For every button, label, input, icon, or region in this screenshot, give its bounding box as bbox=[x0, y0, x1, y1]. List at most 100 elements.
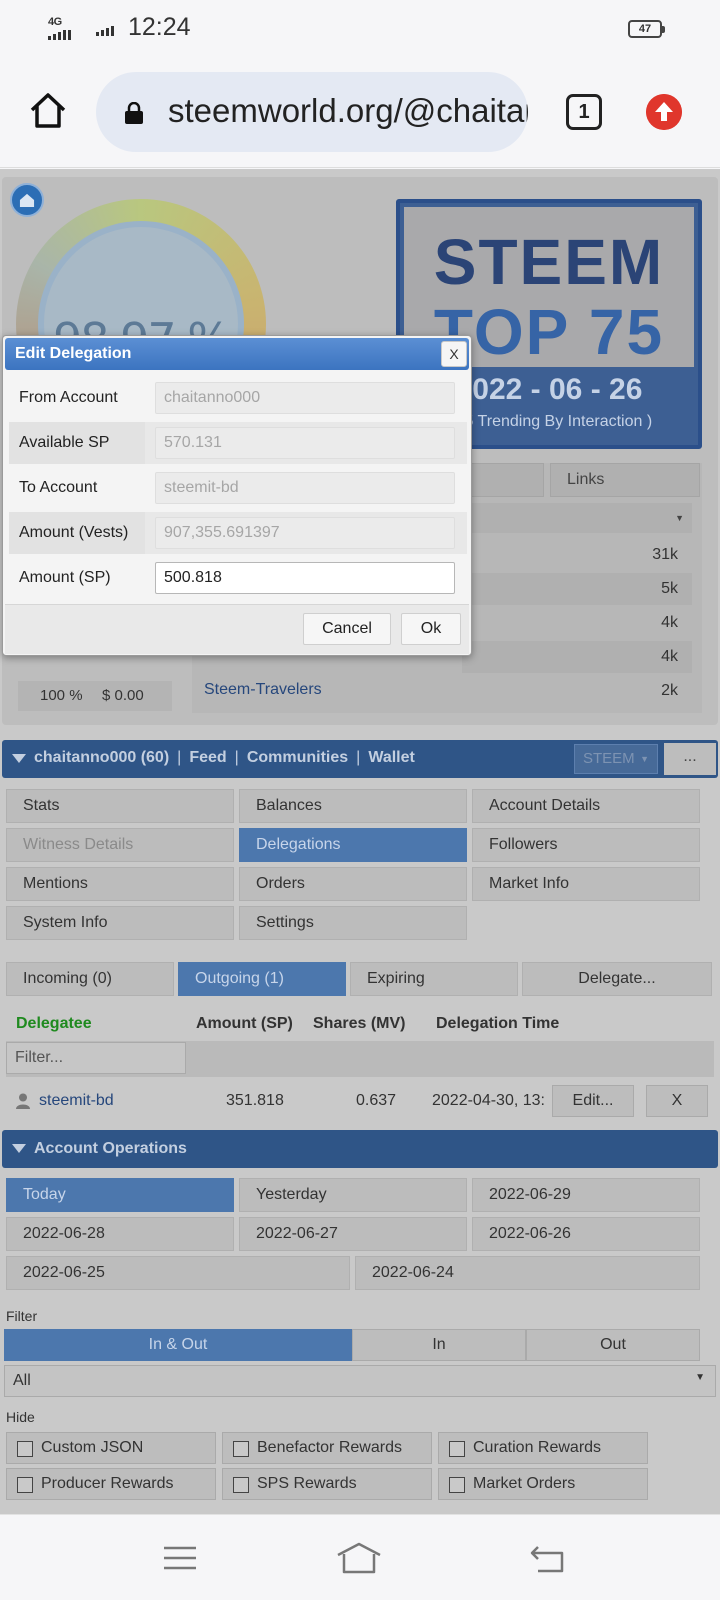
hide-label: Hide bbox=[6, 1409, 35, 1425]
nav-market-info[interactable]: Market Info bbox=[472, 867, 700, 901]
nav-system-info[interactable]: System Info bbox=[6, 906, 234, 940]
table-row: steemit-bd 351.818 0.637 2022-04-30, 13:… bbox=[6, 1079, 714, 1123]
delegatee-filter-input[interactable]: Filter... bbox=[6, 1042, 186, 1074]
dialog-title: Edit Delegation bbox=[15, 345, 132, 362]
hide-custom-json-checkbox[interactable]: Custom JSON bbox=[6, 1432, 216, 1464]
date-yesterday[interactable]: Yesterday bbox=[239, 1178, 467, 1212]
nav-delegations[interactable]: Delegations bbox=[239, 828, 467, 862]
menu-icon[interactable] bbox=[160, 1541, 200, 1575]
amount-sp-label: Amount (SP) bbox=[19, 569, 111, 586]
filter-label: Filter bbox=[6, 1308, 38, 1324]
to-account-row: To Account steemit-bd bbox=[9, 467, 467, 509]
nav-settings[interactable]: Settings bbox=[239, 906, 467, 940]
date-button[interactable]: 2022-06-29 bbox=[472, 1178, 700, 1212]
collapse-triangle-icon[interactable] bbox=[12, 754, 26, 763]
dialog-close-button[interactable]: X bbox=[441, 341, 467, 367]
delegations-table-header: Delegatee Amount (SP) Shares (MV) Delega… bbox=[6, 1007, 714, 1041]
checkbox-icon bbox=[449, 1477, 465, 1493]
hide-producer-rewards-checkbox[interactable]: Producer Rewards bbox=[6, 1468, 216, 1500]
communities-link[interactable]: Communities bbox=[247, 749, 348, 766]
user-icon bbox=[16, 1093, 30, 1109]
hide-market-orders-checkbox[interactable]: Market Orders bbox=[438, 1468, 648, 1500]
hide-benefactor-rewards-checkbox[interactable]: Benefactor Rewards bbox=[222, 1432, 432, 1464]
checkbox-label: Producer Rewards bbox=[41, 1475, 174, 1492]
signal-icon-2 bbox=[96, 26, 114, 36]
operation-type-value: All bbox=[13, 1372, 31, 1389]
home-icon[interactable] bbox=[28, 90, 68, 130]
system-nav-bar bbox=[0, 1514, 720, 1600]
date-button[interactable]: 2022-06-25 bbox=[6, 1256, 350, 1290]
checkbox-label: Custom JSON bbox=[41, 1439, 144, 1456]
ok-button[interactable]: Ok bbox=[401, 613, 461, 645]
amount-vests-field: 907,355.691397 bbox=[155, 517, 455, 549]
lock-icon bbox=[125, 102, 143, 124]
battery-icon: 47 bbox=[628, 20, 665, 38]
delegate-button[interactable]: Delegate... bbox=[522, 962, 712, 996]
more-button[interactable]: ... bbox=[664, 743, 716, 775]
date-button[interactable]: 2022-06-28 bbox=[6, 1217, 234, 1251]
currency-select[interactable]: STEEM ▼ bbox=[574, 744, 658, 774]
filter-row: Filter... bbox=[6, 1041, 714, 1077]
community-select[interactable]: ▼ bbox=[462, 503, 692, 533]
delegatee-link[interactable]: steemit-bd bbox=[39, 1092, 114, 1110]
date-button[interactable]: 2022-06-26 bbox=[472, 1217, 700, 1251]
filter-in-out[interactable]: In & Out bbox=[4, 1329, 352, 1361]
tab-links[interactable]: Links bbox=[550, 463, 700, 497]
nav-witness-details[interactable]: Witness Details bbox=[6, 828, 234, 862]
home-nav-icon[interactable] bbox=[334, 1541, 384, 1575]
hide-sps-rewards-checkbox[interactable]: SPS Rewards bbox=[222, 1468, 432, 1500]
checkbox-icon bbox=[449, 1441, 465, 1457]
filter-out[interactable]: Out bbox=[526, 1329, 700, 1361]
tab-switcher-button[interactable]: 1 bbox=[566, 94, 602, 130]
nav-account-details[interactable]: Account Details bbox=[472, 789, 700, 823]
vote-value-box: 100 % $ 0.00 bbox=[18, 681, 172, 711]
amount-sp-cell: 351.818 bbox=[226, 1092, 284, 1109]
account-name-link[interactable]: chaitanno000 (60) bbox=[34, 749, 169, 766]
date-button[interactable]: 2022-06-27 bbox=[239, 1217, 467, 1251]
cancel-button[interactable]: Cancel bbox=[303, 613, 391, 645]
nav-balances[interactable]: Balances bbox=[239, 789, 467, 823]
account-operations-bar[interactable]: Account Operations bbox=[2, 1130, 718, 1168]
community-link[interactable]: Steem-Travelers bbox=[204, 681, 322, 699]
checkbox-label: Market Orders bbox=[473, 1475, 576, 1492]
network-type: 4G bbox=[48, 16, 62, 28]
back-icon[interactable] bbox=[528, 1541, 568, 1575]
update-arrow-icon[interactable] bbox=[646, 94, 682, 130]
date-button[interactable]: 2022-06-24 bbox=[355, 1256, 700, 1290]
nav-followers[interactable]: Followers bbox=[472, 828, 700, 862]
dialog-title-bar[interactable]: Edit Delegation X bbox=[5, 338, 469, 370]
site-home-icon[interactable] bbox=[10, 183, 44, 217]
edit-delegation-button[interactable]: Edit... bbox=[552, 1085, 634, 1117]
nav-orders[interactable]: Orders bbox=[239, 867, 467, 901]
tab-outgoing[interactable]: Outgoing (1) bbox=[178, 962, 346, 996]
vote-percent: 100 % bbox=[40, 687, 83, 704]
edit-delegation-dialog: Edit Delegation X From Account chaitanno… bbox=[2, 335, 472, 656]
url-bar[interactable]: steemworld.org/@chaitanno000 bbox=[96, 72, 528, 152]
feed-link[interactable]: Feed bbox=[189, 749, 226, 766]
checkbox-icon bbox=[233, 1441, 249, 1457]
community-value: 4k bbox=[462, 641, 692, 673]
header-delegation-time[interactable]: Delegation Time bbox=[436, 1015, 559, 1033]
nav-stats[interactable]: Stats bbox=[6, 789, 234, 823]
filter-in[interactable]: In bbox=[352, 1329, 526, 1361]
header-shares-mv[interactable]: Shares (MV) bbox=[313, 1015, 405, 1033]
wallet-link[interactable]: Wallet bbox=[368, 749, 415, 766]
remove-delegation-button[interactable]: X bbox=[646, 1085, 708, 1117]
nav-mentions[interactable]: Mentions bbox=[6, 867, 234, 901]
collapse-triangle-icon[interactable] bbox=[12, 1144, 26, 1153]
from-account-label: From Account bbox=[19, 389, 118, 406]
to-account-label: To Account bbox=[19, 479, 98, 496]
date-today[interactable]: Today bbox=[6, 1178, 234, 1212]
available-sp-field: 570.131 bbox=[155, 427, 455, 459]
amount-sp-input[interactable]: 500.818 bbox=[155, 562, 455, 594]
header-amount-sp[interactable]: Amount (SP) bbox=[196, 1015, 293, 1033]
tab-incoming[interactable]: Incoming (0) bbox=[6, 962, 174, 996]
hide-curation-rewards-checkbox[interactable]: Curation Rewards bbox=[438, 1432, 648, 1464]
from-account-field: chaitanno000 bbox=[155, 382, 455, 414]
header-delegatee[interactable]: Delegatee bbox=[16, 1015, 92, 1033]
operation-type-select[interactable]: All ▼ bbox=[4, 1365, 716, 1397]
available-sp-label: Available SP bbox=[19, 434, 110, 451]
available-sp-row: Available SP 570.131 bbox=[9, 422, 467, 464]
checkbox-label: Curation Rewards bbox=[473, 1439, 602, 1456]
tab-expiring[interactable]: Expiring bbox=[350, 962, 518, 996]
